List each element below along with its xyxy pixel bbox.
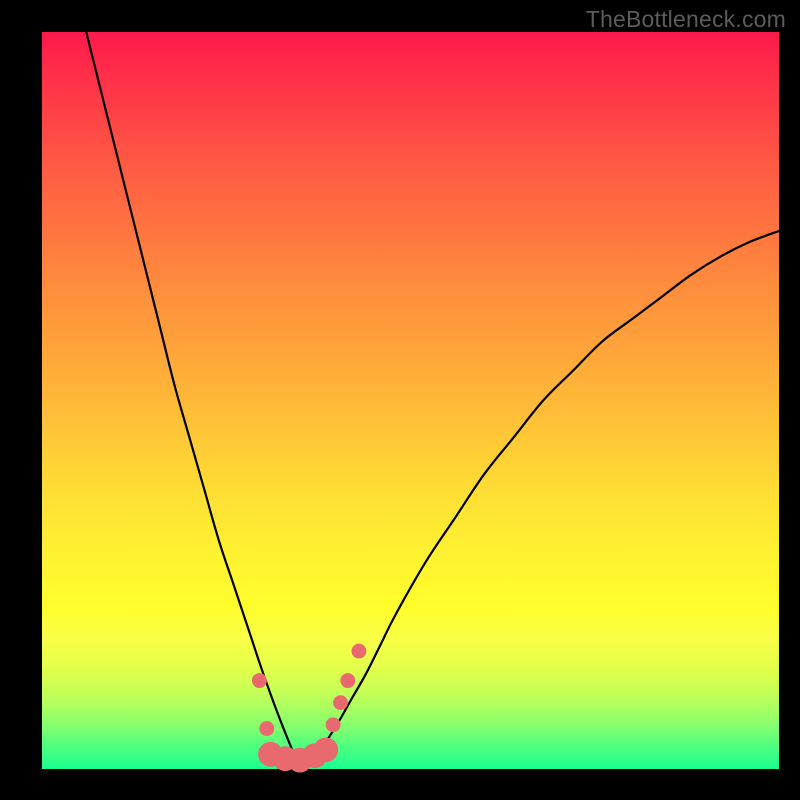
curve-marker xyxy=(313,737,338,762)
curve-marker xyxy=(252,673,267,688)
curve-markers xyxy=(252,644,366,773)
bottleneck-curve xyxy=(86,32,779,766)
curve-marker xyxy=(333,695,348,710)
plot-area xyxy=(42,32,779,769)
curve-marker xyxy=(259,721,274,736)
chart-svg xyxy=(42,32,779,769)
curve-marker xyxy=(351,644,366,659)
curve-marker xyxy=(340,673,355,688)
watermark-text: TheBottleneck.com xyxy=(586,6,786,33)
chart-frame: TheBottleneck.com xyxy=(0,0,800,800)
curve-marker xyxy=(326,717,341,732)
